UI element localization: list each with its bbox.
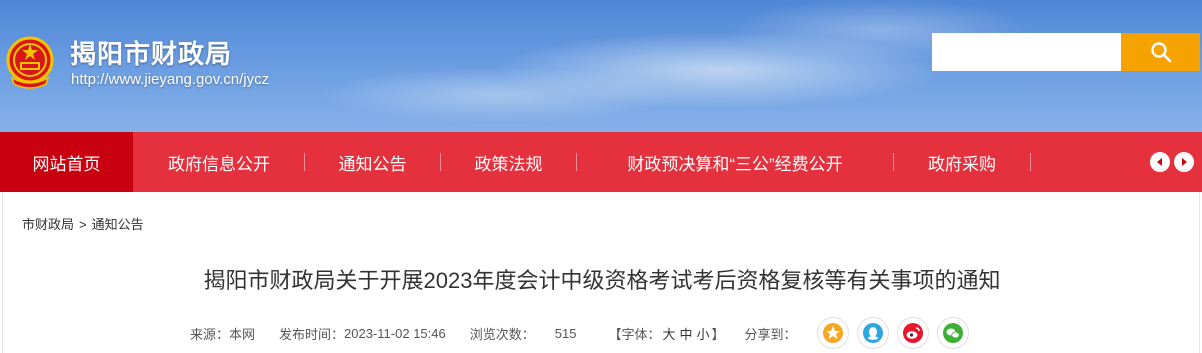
chevron-left-icon [1157,158,1162,166]
views-count: 515 [554,325,577,341]
nav-item-procurement[interactable]: 政府采购 [894,132,1030,192]
font-size-control: 【字体：大中小】 [608,324,724,343]
views-label: 浏览次数： [469,326,535,342]
nav-item-notices[interactable]: 通知公告 [305,132,440,192]
breadcrumb-link-notices[interactable]: 通知公告 [92,217,144,232]
publish-time-value: 2023-11-02 15:46 [344,325,446,341]
font-size-medium-button[interactable]: 中 [679,327,692,342]
national-emblem-icon [6,36,54,89]
share-label: 分享到： [744,326,797,342]
qq-icon [862,323,883,343]
font-size-close: 】 [711,326,725,342]
article-container: 市财政局 > 通知公告 揭阳市财政局关于开展2023年度会计中级资格考试考后资格复核… [2,192,1200,353]
nav-arrows [1150,152,1194,172]
share-qq-button[interactable] [856,317,889,349]
source-value: 本网 [229,326,256,342]
star-icon [822,323,843,343]
share-weibo-button[interactable] [896,317,929,349]
site-title: 揭阳市财政局 [70,39,233,69]
share-favorite-button[interactable] [816,317,849,349]
share-wechat-button[interactable] [936,317,969,349]
nav-item-home[interactable]: 网站首页 [0,132,133,192]
breadcrumb-link-bureau[interactable]: 市财政局 [22,217,74,232]
nav-item-label: 财政预决算和“三公”经费公开 [627,154,843,174]
nav-item-label: 政府信息公开 [168,154,270,174]
nav-prev-button[interactable] [1150,152,1170,172]
publish-time-label: 发布时间： [279,326,345,342]
article-meta: 来源： 本网 发布时间： 2023-11-02 15:46 浏览次数： 515 【字体… [190,317,969,349]
font-size-open: 【字体： [608,326,661,342]
chevron-right-icon [1182,158,1187,166]
source-label: 来源： [190,326,230,342]
breadcrumb: 市财政局 > 通知公告 [22,214,144,233]
nav-item-label: 政府采购 [928,154,996,174]
nav-item-label: 政策法规 [474,154,543,174]
main-nav: 网站首页 政府信息公开 通知公告 政策法规 财政预决算和“三公”经费公开 政府采… [0,132,1202,192]
weibo-icon [902,323,923,343]
font-size-large-button[interactable]: 大 [662,327,675,342]
nav-item-label: 网站首页 [32,154,101,174]
font-size-small-button[interactable]: 小 [697,327,710,342]
nav-next-button[interactable] [1174,152,1194,172]
search-input[interactable] [932,33,1121,71]
wechat-icon [942,323,963,343]
search-icon [1150,42,1171,63]
nav-item-budget[interactable]: 财政预决算和“三公”经费公开 [577,132,893,192]
site-url: http://www.jieyang.gov.cn/jycz [71,71,270,88]
search-button[interactable] [1121,33,1200,71]
nav-item-policies[interactable]: 政策法规 [441,132,576,192]
nav-item-label: 通知公告 [338,154,407,174]
nav-divider [1030,153,1031,171]
article-title: 揭阳市财政局关于开展2023年度会计中级资格考试考后资格复核等有关事项的通知 [203,268,1001,293]
header-banner: 揭阳市财政局 http://www.jieyang.gov.cn/jycz [0,0,1202,132]
breadcrumb-separator: > [79,217,87,232]
nav-item-gov-info[interactable]: 政府信息公开 [134,132,304,192]
